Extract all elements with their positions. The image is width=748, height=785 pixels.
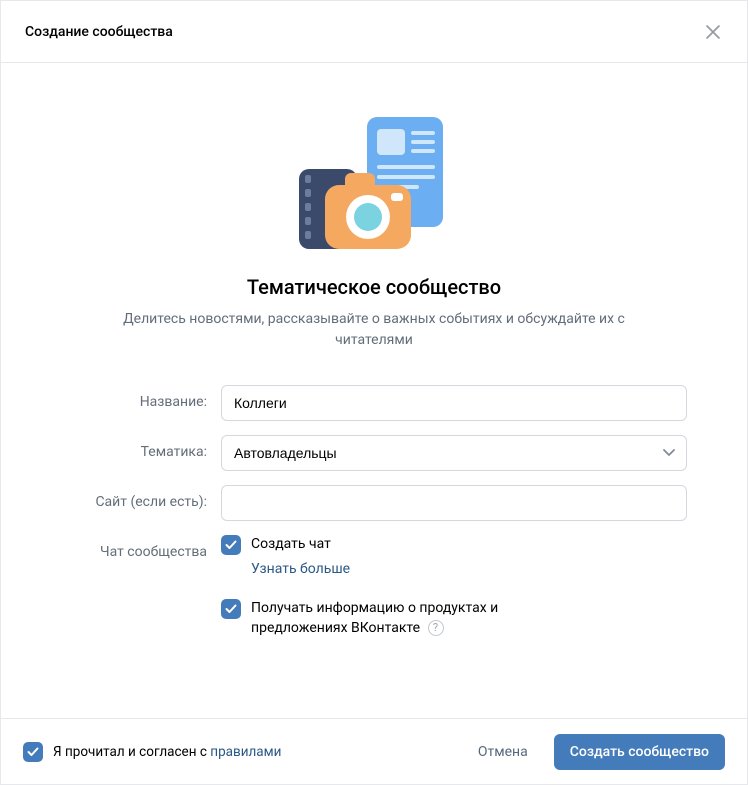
hero-title: Тематическое сообщество [61,275,687,299]
name-input[interactable] [221,385,687,421]
create-chat-label: Создать чат [251,535,331,555]
site-input[interactable] [221,485,687,521]
illustration [61,117,687,257]
marketing-checkbox[interactable] [221,599,241,619]
modal-body: Тематическое сообщество Делитесь новостя… [1,63,747,718]
checkmark-icon [27,747,39,757]
agree-text: Я прочитал и согласен с правилами [53,744,281,760]
close-icon[interactable] [703,22,723,42]
create-chat-checkbox[interactable] [221,535,241,555]
modal-footer: Я прочитал и согласен с правилами Отмена… [1,718,747,784]
site-label: Сайт (если есть): [61,485,221,510]
modal-header: Создание сообщества [1,1,747,63]
learn-more-link[interactable]: Узнать больше [251,561,687,577]
topic-label: Тематика: [61,435,221,460]
rules-link[interactable]: правилами [210,744,281,760]
name-label: Название: [61,385,221,410]
checkmark-icon [225,604,237,614]
community-illustration-icon [289,117,459,257]
chat-label: Чат сообщества [61,535,221,560]
marketing-label: Получать информацию о продуктах и предло… [251,599,551,638]
create-community-modal: Создание сообщества [0,0,748,785]
hero-subtitle: Делитесь новостями, рассказывайте о важн… [94,309,654,351]
checkmark-icon [225,540,237,550]
submit-button[interactable]: Создать сообщество [554,734,725,770]
help-icon[interactable]: ? [428,620,444,636]
topic-select[interactable] [221,435,687,471]
modal-title: Создание сообщества [25,24,173,40]
cancel-button[interactable]: Отмена [462,734,544,770]
agree-rules-checkbox[interactable] [23,742,43,762]
